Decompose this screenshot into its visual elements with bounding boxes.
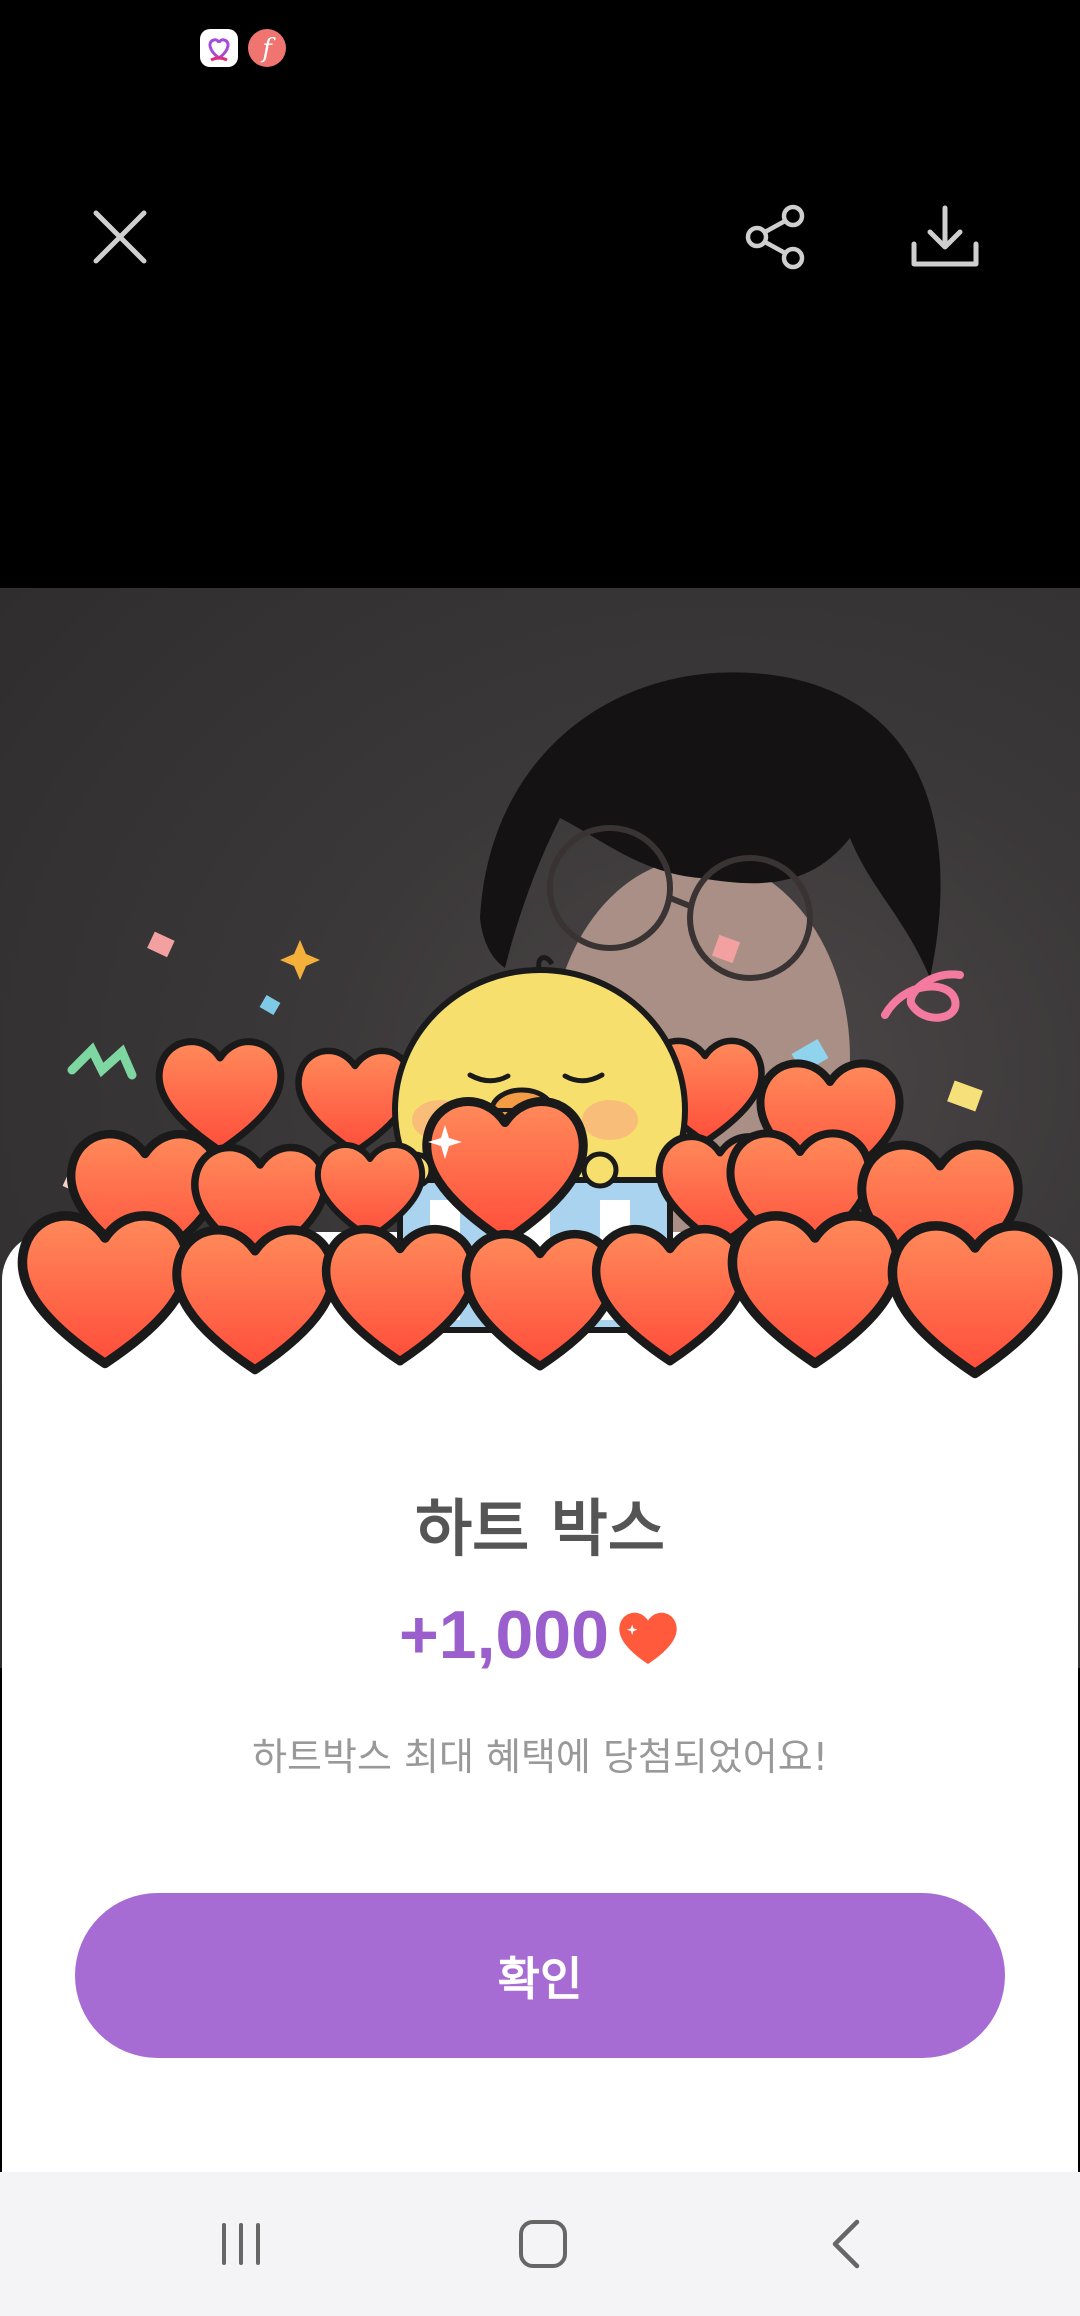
- modal-title: 하트 박스: [415, 1492, 665, 1565]
- heart-app-icon: [200, 29, 238, 67]
- status-bar: f: [0, 0, 1080, 100]
- home-button[interactable]: [483, 2204, 603, 2284]
- font-app-icon: f: [248, 29, 286, 67]
- heart-box-illustration: [0, 931, 1080, 1420]
- recents-icon: [222, 2223, 260, 2265]
- confirm-button[interactable]: 확인: [75, 1893, 1005, 2058]
- svg-text:f: f: [260, 34, 276, 64]
- share-button[interactable]: [731, 192, 821, 282]
- close-button[interactable]: [75, 192, 165, 282]
- download-button[interactable]: [900, 192, 990, 282]
- home-icon: [519, 2220, 567, 2268]
- close-icon: [93, 210, 147, 264]
- screen: f 하트 박스 +1,000 하트박스 최대 혜택에 당첨되었어요! 확인: [0, 0, 1080, 2316]
- back-icon: [832, 2219, 860, 2269]
- back-button[interactable]: [787, 2204, 907, 2284]
- heart-icon: [619, 1612, 677, 1665]
- share-icon: [745, 204, 805, 270]
- modal-message: 하트박스 최대 혜택에 당첨되었어요!: [252, 1735, 828, 1779]
- reward-row: +1,000: [0, 1590, 1080, 1680]
- navigation-bar: [0, 2172, 1080, 2316]
- recents-button[interactable]: [181, 2204, 301, 2284]
- download-icon: [911, 205, 979, 267]
- reward-amount: +1,000: [399, 1597, 609, 1673]
